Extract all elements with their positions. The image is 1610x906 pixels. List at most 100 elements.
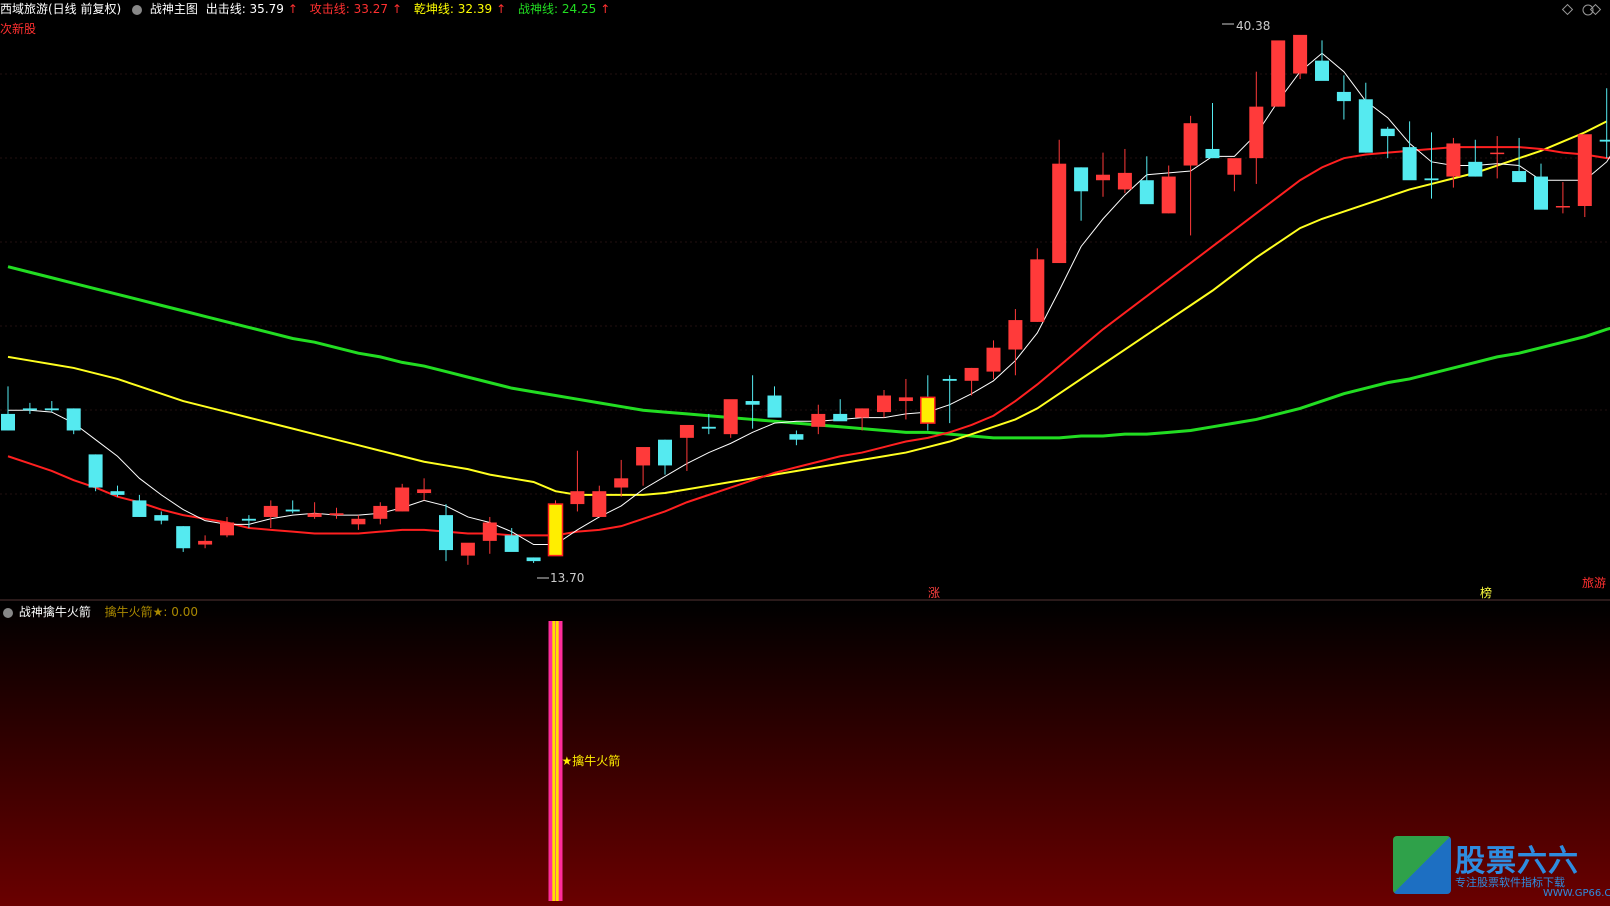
candle (88, 454, 103, 488)
candle (1096, 174, 1110, 181)
settings-circle-icon[interactable] (132, 4, 143, 15)
legend-chuji: 出击线: 35.79 ↑ (205, 2, 298, 16)
stock-title[interactable]: 西域旅游(日线 前复权) (0, 2, 121, 16)
sub-title[interactable]: 战神擒牛火箭 (19, 605, 91, 619)
logo-mark (1393, 836, 1451, 894)
marker-zhang: 涨 (928, 585, 940, 600)
candle (833, 413, 848, 422)
indicator-title[interactable]: 战神主图 (150, 2, 198, 16)
sub-panel-header: 战神擒牛火箭 擒牛火箭★: 0.00 (0, 603, 198, 621)
candle (1490, 152, 1505, 155)
candle (1358, 99, 1373, 153)
ma-red-line (7, 146, 1610, 537)
candle (811, 413, 826, 427)
candle (1534, 176, 1548, 210)
candle (329, 513, 344, 516)
candle (1380, 128, 1395, 137)
candle (636, 447, 651, 466)
candle (417, 489, 432, 494)
candle (986, 347, 1001, 372)
candle (877, 395, 891, 413)
rocket-bar (548, 621, 563, 901)
marker-bang: 榜 (1480, 585, 1492, 600)
candle (22, 408, 37, 411)
candle (176, 526, 191, 549)
annotations: 40.38 13.70 涨 榜 (537, 19, 1492, 600)
candle (154, 515, 169, 521)
candle (898, 397, 913, 402)
candle (942, 378, 957, 381)
price-chart[interactable]: 40.38 13.70 涨 榜 ★擒牛火箭 (0, 0, 1610, 906)
legend-zhanshen: 战神线: 24.25 ↑ (518, 2, 611, 16)
candle (439, 515, 453, 551)
candle (570, 491, 585, 505)
candle (1402, 147, 1417, 181)
candle (1512, 171, 1527, 183)
sector-label-right: 旅游 (1581, 576, 1606, 590)
candle (220, 522, 234, 536)
candle (658, 439, 672, 466)
sub-legend: 擒牛火箭★: 0.00 (104, 605, 199, 619)
sub-settings-icon[interactable] (3, 607, 13, 618)
candle (1052, 163, 1067, 264)
chart-header: 西域旅游(日线 前复权) 战神主图 出击线: 35.79 ↑ 攻击线: 33.27… (0, 0, 618, 18)
rocket-label: ★擒牛火箭 (562, 753, 621, 768)
low-label: 13.70 (550, 571, 584, 585)
candle (110, 491, 125, 495)
candle (66, 408, 81, 431)
candle (614, 478, 629, 488)
candle (460, 542, 475, 556)
candle (592, 491, 607, 517)
candle (307, 513, 322, 517)
corner-icons (1561, 3, 1602, 16)
candle (1468, 161, 1483, 177)
candle (679, 424, 694, 438)
candle (1446, 143, 1461, 177)
site-logo: 股票六六 专注股票软件指标下载 WWW.GP66.CN (1393, 836, 1610, 902)
candlesticks (1, 34, 1610, 565)
candle (263, 505, 278, 517)
candle (373, 505, 388, 519)
candle (132, 500, 147, 517)
ma-yellow-line (7, 120, 1608, 496)
legend-gongji: 攻击线: 33.27 ↑ (309, 2, 403, 16)
legend-qiankun: 乾坤线: 32.39 ↑ (413, 2, 507, 16)
candle (1424, 178, 1439, 181)
candle (1293, 34, 1308, 74)
candle (1, 413, 15, 431)
candle (701, 426, 716, 429)
candle (1008, 320, 1023, 350)
candle (1315, 60, 1329, 81)
logo-url: WWW.GP66.CN (1543, 888, 1610, 899)
ma-green-line (7, 265, 1610, 440)
candle (482, 522, 497, 541)
candle (1577, 134, 1592, 206)
candle (44, 408, 59, 411)
candle (198, 540, 213, 545)
candle (1205, 148, 1220, 159)
candle (723, 399, 738, 435)
candle (1161, 176, 1176, 214)
candle (767, 395, 782, 418)
signal-candle (920, 396, 936, 424)
candle (1183, 123, 1198, 166)
candle (1074, 167, 1089, 192)
candle (526, 557, 541, 562)
candle (789, 434, 804, 440)
diamond-icon[interactable] (1561, 3, 1574, 16)
high-label: 40.38 (1236, 19, 1270, 33)
candle (285, 509, 300, 512)
candle (1227, 158, 1242, 175)
candle (1030, 259, 1045, 322)
candle (855, 408, 870, 418)
candle (1249, 106, 1264, 159)
sub-panel-bg (0, 603, 1610, 906)
candle (241, 518, 256, 521)
candle (351, 518, 366, 525)
candle (1336, 91, 1351, 102)
sector-label-left: 次新股 (0, 22, 37, 36)
candle (504, 535, 519, 552)
signal-candle (547, 503, 564, 557)
candle (745, 401, 760, 405)
candle (1139, 180, 1154, 205)
